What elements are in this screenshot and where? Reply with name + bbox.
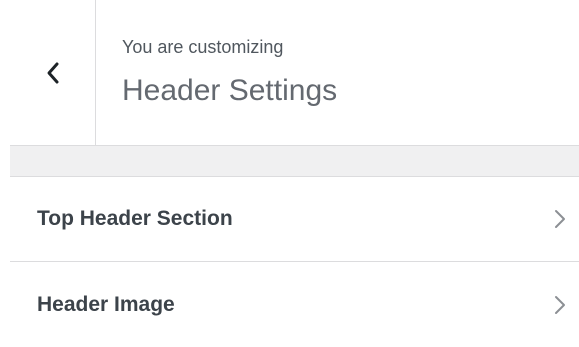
customizing-label: You are customizing [122,37,284,57]
section-divider [10,145,579,177]
section-list: Top Header Section Header Image [10,177,579,347]
chevron-left-icon [45,61,61,85]
customizer-panel: You are customizing Header Settings Top … [0,0,579,347]
chevron-right-icon [553,207,567,231]
panel-title: Header Settings [122,74,338,107]
panel-header: You are customizing Header Settings [10,0,579,145]
section-item-header-image[interactable]: Header Image [10,262,579,347]
panel-title-area: You are customizing Header Settings [96,0,337,145]
section-label: Header Image [37,292,175,316]
section-label: Top Header Section [37,207,233,230]
back-button[interactable] [10,0,96,145]
chevron-right-icon [553,293,567,317]
section-item-top-header[interactable]: Top Header Section [10,177,579,262]
